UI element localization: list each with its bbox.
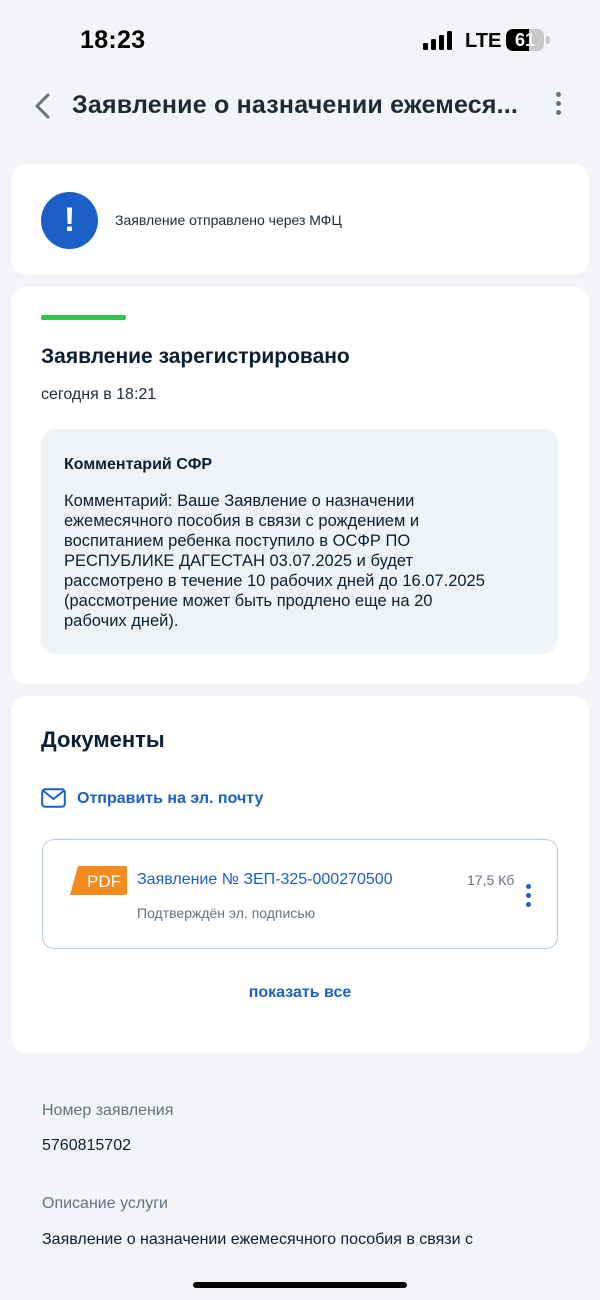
status-bar: 18:23 LTE 61	[0, 0, 600, 80]
network-type: LTE	[465, 30, 502, 52]
comment-line: ежемесячного пособия в связи с рождением…	[64, 512, 420, 530]
notice-text: Заявление отправлено через МФЦ	[115, 212, 342, 228]
comment-line: (рассмотрение может быть продлено еще на…	[64, 592, 433, 610]
exclamation-icon: !	[41, 192, 98, 249]
pdf-file-icon: PDF	[70, 866, 127, 895]
document-size: 17,5 Кб	[467, 872, 515, 888]
more-vertical-icon	[521, 884, 535, 907]
comment-box: Комментарий СФР Комментарий: Ваше Заявле…	[41, 429, 558, 654]
home-indicator[interactable]	[193, 1282, 407, 1288]
signal-icon	[423, 31, 455, 50]
comment-line: РЕСПУБЛИКЕ ДАГЕСТАН 03.07.2025 и будет	[64, 552, 414, 570]
document-signature: Подтверждён эл. подписью	[137, 905, 316, 921]
battery-level: 61	[514, 30, 536, 50]
pdf-badge-label: PDF	[87, 872, 121, 891]
comment-text: Комментарий: Ваше Заявление о назначении…	[64, 491, 544, 631]
show-all-link[interactable]: показать все	[11, 984, 589, 1002]
status-card: Заявление зарегистрировано сегодня в 18:…	[11, 287, 589, 684]
back-button[interactable]	[28, 90, 58, 122]
app-header: Заявление о назначении ежемеся...	[0, 80, 600, 134]
comment-line: воспитанием ребенка поступило в ОСФР ПО	[64, 532, 411, 550]
status-date: сегодня в 18:21	[41, 386, 157, 403]
more-options-button[interactable]	[548, 92, 568, 120]
documents-title: Документы	[41, 727, 165, 752]
status-progress-bar	[41, 315, 126, 320]
service-description-label: Описание услуги	[42, 1195, 168, 1212]
comment-line: рассмотрено в течение 10 рабочих дней до…	[64, 572, 485, 590]
comment-line: Комментарий: Ваше Заявление о назначении	[64, 492, 415, 510]
comment-title: Комментарий СФР	[64, 456, 213, 473]
notice-card: ! Заявление отправлено через МФЦ	[11, 164, 589, 275]
application-number-value: 5760815702	[42, 1137, 131, 1154]
chevron-left-icon	[35, 93, 50, 119]
status-time: 18:23	[80, 26, 146, 54]
application-number-label: Номер заявления	[42, 1102, 174, 1119]
page-title: Заявление о назначении ежемеся...	[72, 91, 519, 119]
status-title: Заявление зарегистрировано	[41, 345, 350, 368]
comment-line: рабочих дней).	[64, 612, 179, 630]
battery-tip	[546, 36, 550, 44]
send-email-label: Отправить на эл. почту	[77, 790, 264, 807]
document-item[interactable]: PDF Заявление № ЗЕП-325-000270500 17,5 К…	[42, 839, 558, 949]
battery-icon: 61	[506, 29, 544, 51]
mail-icon	[41, 788, 66, 808]
more-vertical-icon	[548, 92, 568, 115]
service-description-value: Заявление о назначении ежемесячного посо…	[42, 1231, 473, 1248]
document-menu-button[interactable]	[521, 884, 535, 908]
documents-card: Документы Отправить на эл. почту PDF Зая…	[11, 696, 589, 1053]
document-name[interactable]: Заявление № ЗЕП-325-000270500	[137, 871, 393, 889]
